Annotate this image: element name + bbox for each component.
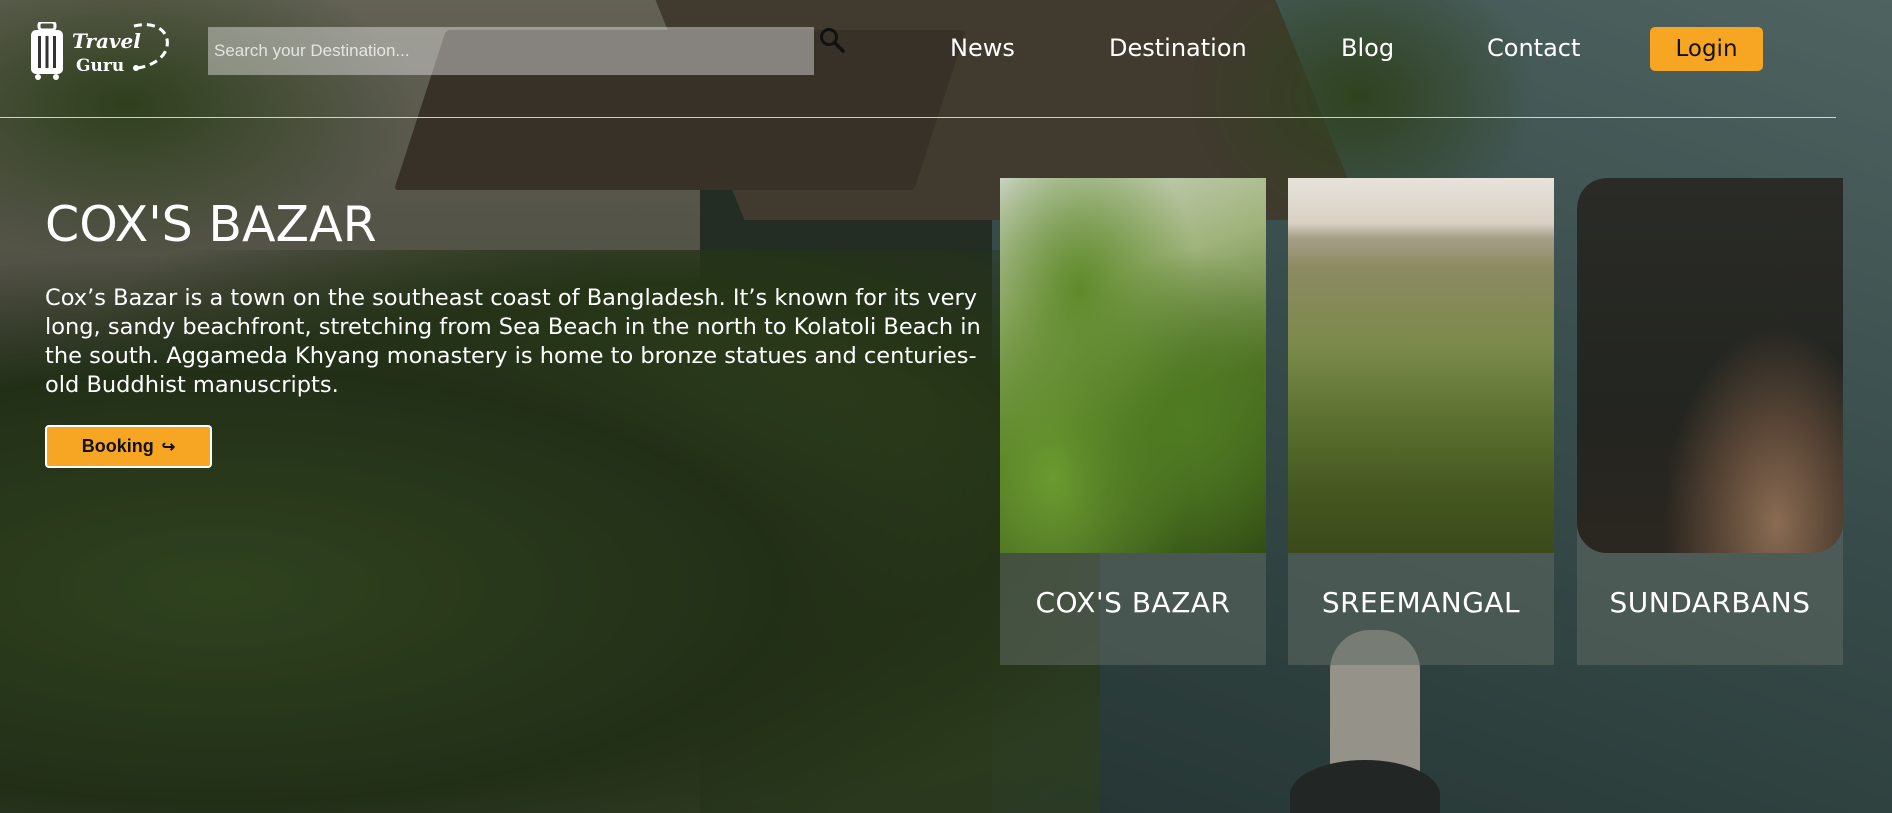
card-image [1577, 178, 1843, 553]
nav-contact[interactable]: Contact [1487, 34, 1580, 62]
logo-text-guru: Guru [76, 56, 125, 76]
destination-card-sreemangal[interactable]: SREEMANGAL [1288, 178, 1554, 665]
header: Travel Guru News Destination Blog Contac… [0, 0, 1892, 118]
suitcase-icon [31, 22, 63, 80]
card-label: COX'S BAZAR [1035, 586, 1231, 619]
card-label: SREEMANGAL [1321, 586, 1521, 619]
logo[interactable]: Travel Guru [30, 18, 172, 88]
search-icon[interactable] [818, 26, 846, 54]
hero-title: COX'S BAZAR [45, 196, 377, 253]
header-divider [0, 117, 1836, 118]
destination-card-sundarbans[interactable]: SUNDARBANS [1577, 178, 1843, 665]
destination-card-coxs-bazar[interactable]: COX'S BAZAR [1000, 178, 1266, 665]
booking-label: Booking [81, 436, 154, 456]
nav-blog[interactable]: Blog [1341, 34, 1394, 62]
search-input[interactable] [208, 27, 814, 75]
hero-description: Cox’s Bazar is a town on the southeast c… [45, 285, 981, 398]
arrow-icon: ↪ [161, 438, 176, 456]
card-image [1000, 178, 1266, 553]
nav-destination[interactable]: Destination [1109, 34, 1247, 62]
logo-swirl-icon [133, 23, 169, 71]
booking-button[interactable]: Booking ↪ [45, 425, 212, 468]
card-image [1288, 178, 1554, 553]
nav-news[interactable]: News [950, 34, 1015, 62]
login-button[interactable]: Login [1650, 27, 1763, 71]
card-label: SUNDARBANS [1609, 586, 1811, 619]
